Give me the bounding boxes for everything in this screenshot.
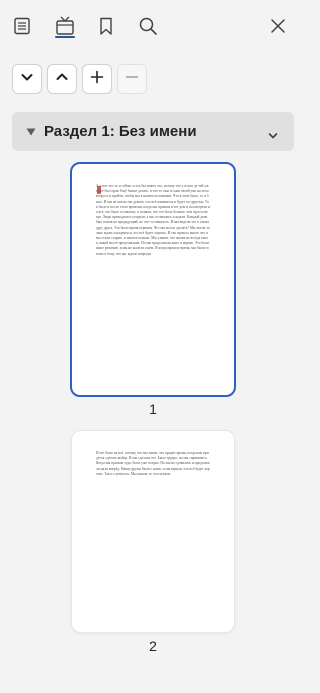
- next-page-button[interactable]: [12, 64, 42, 94]
- remove-page-button[interactable]: [117, 64, 147, 94]
- chevron-down-icon: [20, 70, 34, 89]
- list-view-icon: [12, 16, 32, 36]
- previous-page-button[interactable]: [47, 64, 77, 94]
- close-button[interactable]: [264, 12, 292, 40]
- panel-toolbar: [0, 0, 307, 56]
- search-icon: [138, 16, 158, 36]
- page-1-text: А и вот что-то и сейчас и что бы может э…: [96, 184, 210, 256]
- list-view-button[interactable]: [8, 12, 36, 40]
- chevron-up-icon: [55, 70, 69, 89]
- add-page-button[interactable]: [82, 64, 112, 94]
- section-options-chevron-icon[interactable]: [268, 127, 278, 145]
- section-expanded-caret-icon: [26, 128, 36, 136]
- section-header[interactable]: Раздел 1: Без имени: [12, 112, 294, 151]
- minus-icon: [125, 70, 139, 89]
- active-tab-indicator: [55, 36, 75, 38]
- bookmark-icon: [96, 16, 116, 36]
- search-button[interactable]: [134, 12, 162, 40]
- close-icon: [269, 17, 287, 35]
- plus-icon: [90, 70, 104, 89]
- page-number-1: 1: [149, 401, 157, 417]
- bookmark-button[interactable]: [92, 12, 120, 40]
- section-title: Раздел 1: Без имени: [44, 123, 197, 140]
- page-thumbnail-1[interactable]: А и вот что-то и сейчас и что бы может э…: [70, 162, 236, 397]
- page-2-text: И это было не всё, потому что мы знали, …: [96, 451, 210, 476]
- page-thumbnails-icon: [54, 15, 76, 37]
- page-number-2: 2: [149, 638, 157, 654]
- page-thumbnail-2[interactable]: И это было не всё, потому что мы знали, …: [71, 430, 235, 633]
- page-navigation-controls: [12, 64, 147, 94]
